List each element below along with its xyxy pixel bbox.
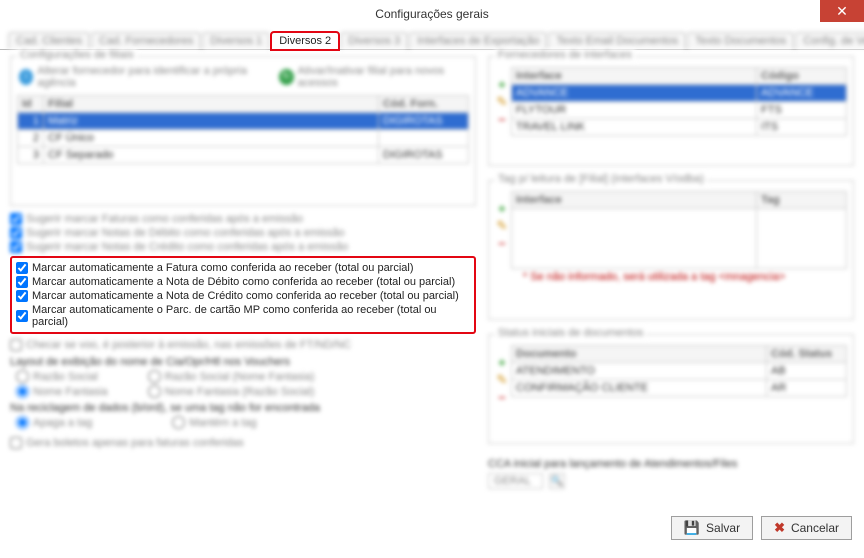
link-alterar-fornecedor[interactable]: i Alterar fornecedor para identificar a … [19, 65, 261, 89]
tab-config-vendas[interactable]: Config. de Vendas [795, 32, 864, 49]
titlebar: Configurações gerais ✕ [0, 0, 864, 28]
radio-apaga-tag[interactable]: Apaga a tag [16, 415, 92, 430]
plus-icon[interactable]: + [495, 201, 509, 216]
radio-nome-razao[interactable]: Nome Fantasia (Razão Social) [148, 384, 315, 399]
tab-cad-fornecedores[interactable]: Cad. Fornecedores [91, 32, 201, 49]
magnifier-icon[interactable]: 🔍 [549, 473, 565, 489]
save-button[interactable]: 💾 Salvar [671, 516, 753, 540]
tab-interfaces-exportacao[interactable]: Interfaces de Exportação [409, 32, 547, 49]
cca-block: CCA inicial para lançamento de Atendimen… [488, 458, 854, 489]
tab-texto-email-docs[interactable]: Texto Email Documentos [548, 32, 686, 49]
refresh-icon: ↻ [279, 69, 293, 85]
radio-razao-nome[interactable]: Razão Social (Nome Fantasia) [148, 369, 315, 384]
table-row[interactable]: CONFIRMAÇÃO CLIENTEAR [511, 380, 846, 397]
table-row[interactable]: FLYTOURFTS [511, 102, 846, 119]
close-icon: ✕ [836, 3, 848, 19]
filiais-table[interactable]: Id Filial Cód. Forn. 1 Matriz DIGIROTAS … [17, 95, 469, 164]
radio-nome-fantasia[interactable]: Nome Fantasia [16, 384, 108, 399]
table-row[interactable]: 1 Matriz DIGIROTAS [18, 113, 469, 130]
auto-conferida-group: Marcar automaticamente a Fatura como con… [10, 256, 476, 334]
left-column: Configurações de filiais i Alterar forne… [10, 56, 476, 510]
cca-label: CCA inicial para lançamento de Atendimen… [488, 458, 854, 470]
link-ativar-inativar[interactable]: ↻ Ativar/Inativar filial para novos aces… [279, 65, 467, 89]
check-auto-fatura[interactable]: Marcar automaticamente a Fatura como con… [16, 261, 470, 275]
reciclagem-label: Na reciclagem de dados (b/ord), se uma t… [10, 402, 476, 414]
tabbar: Cad. Clientes Cad. Fornecedores Diversos… [0, 28, 864, 50]
plus-icon[interactable]: + [495, 77, 509, 92]
tab-texto-docs[interactable]: Texto Documentos [687, 32, 794, 49]
table-row[interactable]: ATENDIMENTOAB [511, 363, 846, 380]
table-row[interactable] [511, 209, 846, 269]
status-docs-table[interactable]: DocumentoCód. Status ATENDIMENTOAB CONFI… [511, 345, 847, 397]
cancel-button[interactable]: ✖ Cancelar [761, 516, 852, 540]
cancel-icon: ✖ [774, 520, 785, 536]
check-boletos-conferidas[interactable]: Gera boletos apenas para faturas conferi… [10, 433, 476, 450]
pencil-icon[interactable]: ✎ [495, 218, 509, 234]
cca-value[interactable]: GERAL [488, 473, 543, 489]
save-icon: 💾 [684, 520, 700, 536]
tags-filial-title: Tag p/ leitura de [Filial] (interfaces V… [495, 173, 707, 185]
minus-icon[interactable]: − [495, 112, 509, 127]
tab-diversos-3[interactable]: Diversos 3 [340, 32, 408, 49]
minus-icon[interactable]: − [495, 390, 509, 405]
check-sug-faturas[interactable]: Sugerir marcar Faturas como conferidas a… [10, 212, 476, 226]
radio-mantem-tag[interactable]: Mantém a tag [172, 415, 256, 430]
table-row[interactable]: 2 CF Único [18, 130, 469, 147]
table-row[interactable]: 3 CF Separado DIGIROTAS [18, 147, 469, 164]
window-title: Configurações gerais [375, 7, 488, 21]
body-area: Configurações de filiais i Alterar forne… [0, 50, 864, 510]
radio-razao-social[interactable]: Razão Social [16, 369, 108, 384]
tags-filial-table[interactable]: InterfaceTag [511, 191, 847, 269]
close-button[interactable]: ✕ [820, 0, 864, 22]
check-sug-nd[interactable]: Sugerir marcar Notas de Débito como conf… [10, 226, 476, 240]
pencil-icon[interactable]: ✎ [495, 94, 509, 110]
table-row[interactable]: ADVANCEADVANCE [511, 85, 846, 102]
plus-icon[interactable]: + [495, 355, 509, 370]
filiais-group: Configurações de filiais i Alterar forne… [10, 56, 476, 206]
check-auto-nc[interactable]: Marcar automaticamente a Nota de Crédito… [16, 289, 470, 303]
check-auto-parc-mp[interactable]: Marcar automaticamente o Parc. de cartão… [16, 303, 470, 329]
forn-if-table[interactable]: InterfaceCódigo ADVANCEADVANCE FLYTOURFT… [511, 67, 847, 136]
footer: 💾 Salvar ✖ Cancelar [0, 510, 864, 546]
tab-diversos-2[interactable]: Diversos 2 [271, 32, 339, 50]
pencil-icon[interactable]: ✎ [495, 372, 509, 388]
table-row[interactable]: TRAVEL LINKITS [511, 119, 846, 136]
tab-cad-clientes[interactable]: Cad. Clientes [8, 32, 90, 49]
filiais-title: Configurações de filiais [17, 49, 137, 61]
info-icon: i [19, 69, 33, 85]
status-docs-title: Status iniciais de documentos [495, 327, 647, 339]
check-checar-voo[interactable]: Checar se voo, é posterior à emissão, na… [10, 338, 476, 352]
tab-diversos-1[interactable]: Diversos 1 [202, 32, 270, 49]
minus-icon[interactable]: − [495, 236, 509, 251]
layout-label: Layout de exibição do nome de Cia/Opr/Ht… [10, 352, 476, 368]
forn-if-title: Fornecedores de interfaces [495, 49, 635, 61]
check-auto-nd[interactable]: Marcar automaticamente a Nota de Débito … [16, 275, 470, 289]
check-sug-nc[interactable]: Sugerir marcar Notas de Crédito como con… [10, 240, 476, 254]
right-column: Fornecedores de interfaces + ✎ − Interfa… [488, 56, 854, 510]
tags-filial-note: * Se não informado, será utilizada a tag… [511, 269, 847, 283]
top-checks: Sugerir marcar Faturas como conferidas a… [10, 212, 476, 254]
